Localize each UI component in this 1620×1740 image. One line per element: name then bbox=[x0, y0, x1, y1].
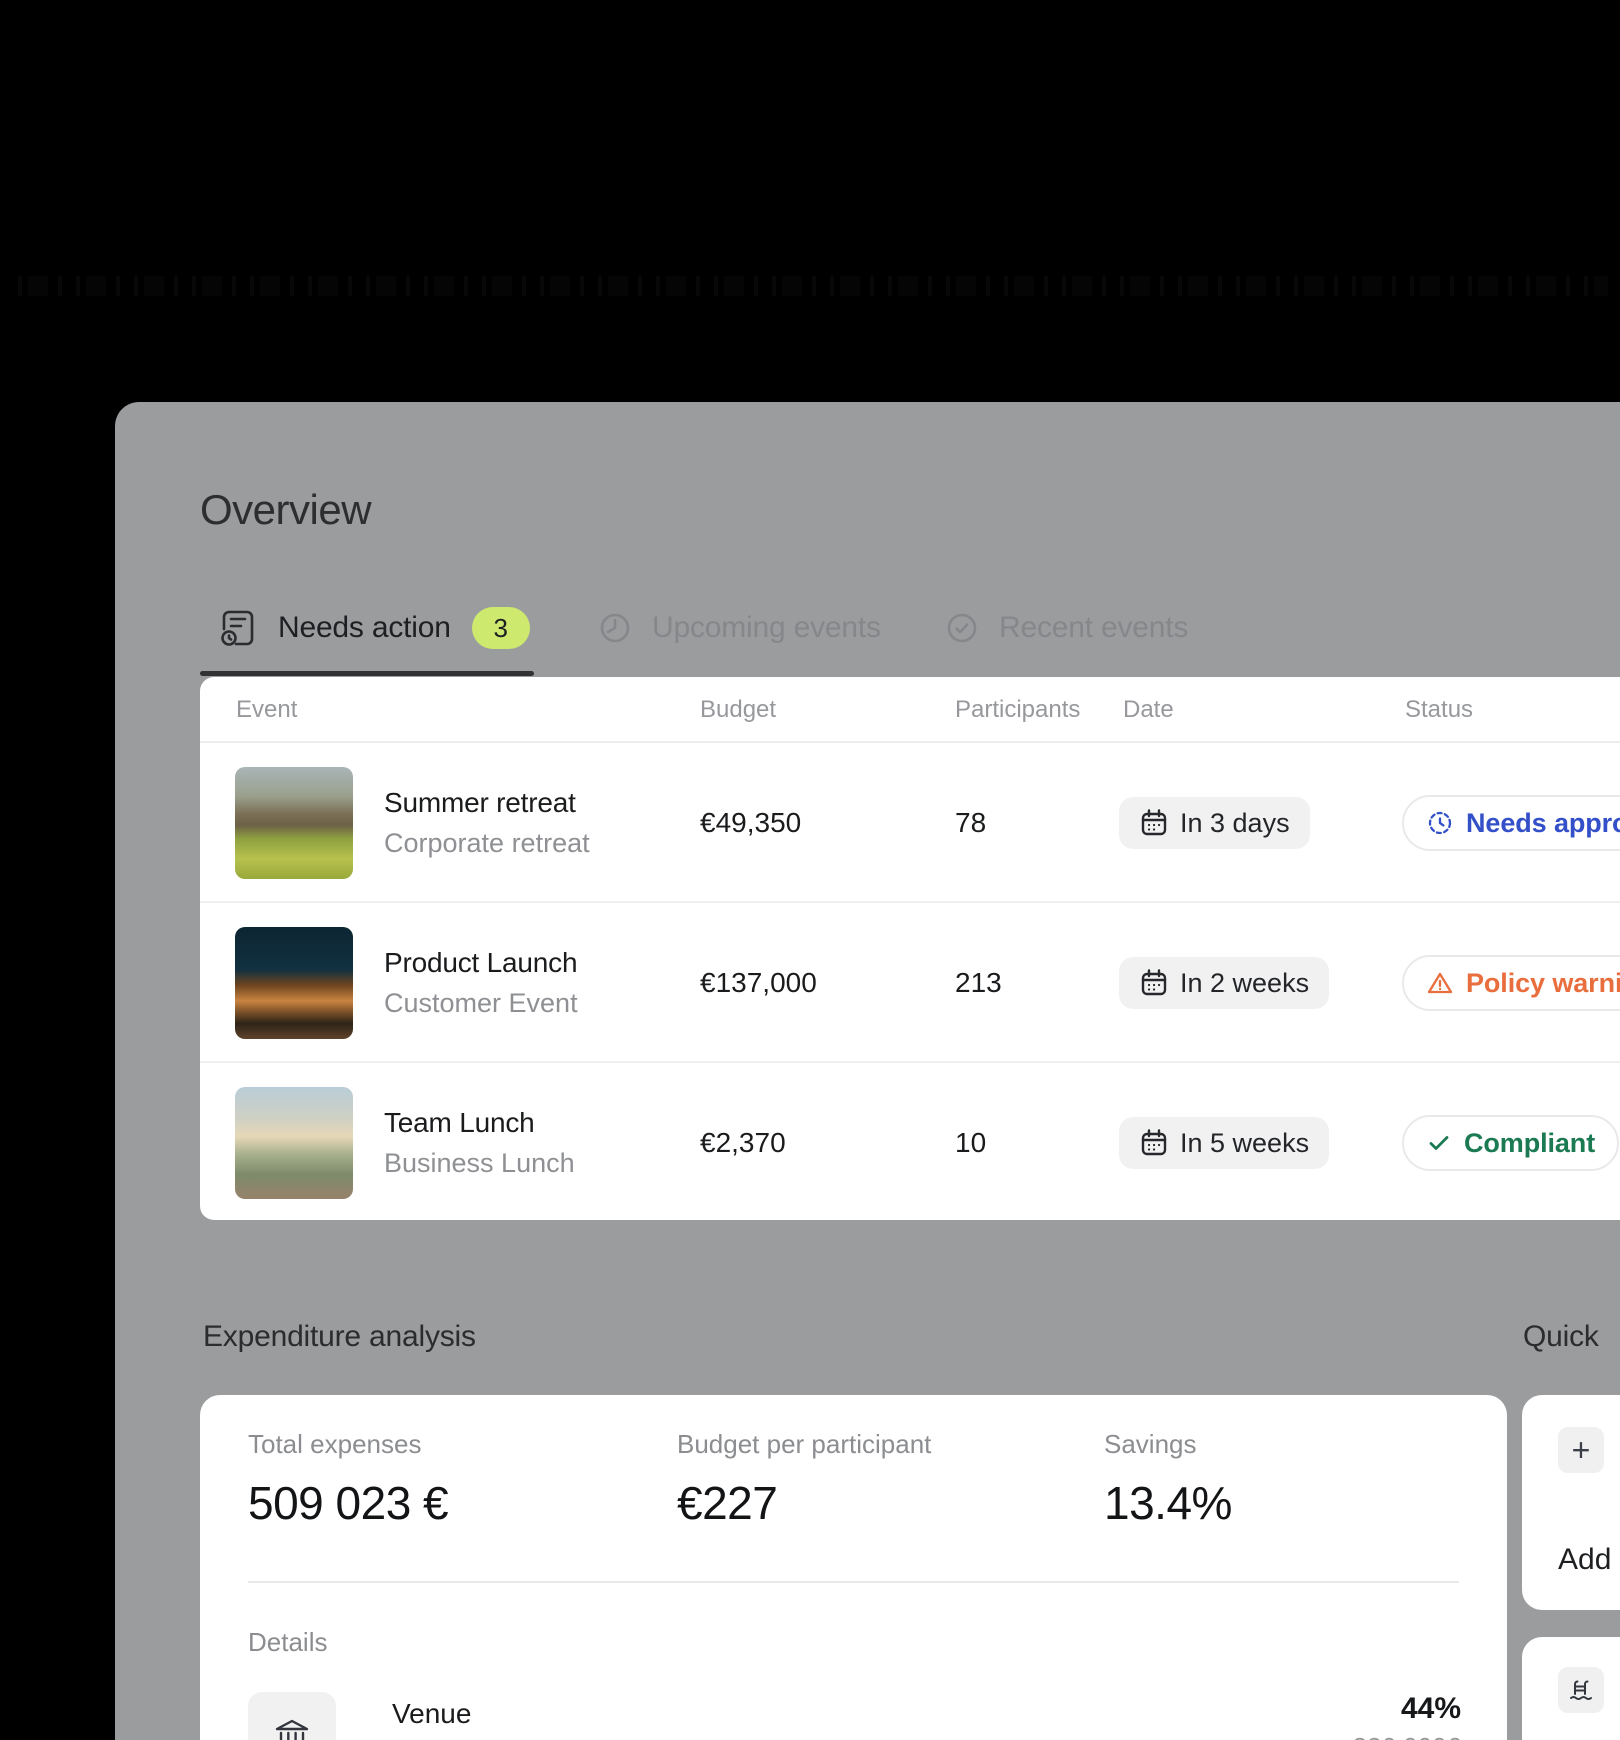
event-thumbnail bbox=[235, 927, 353, 1039]
status-badge: Needs approval bbox=[1402, 795, 1620, 851]
tab-needs-action[interactable]: Needs action 3 bbox=[219, 604, 530, 652]
event-subtitle: Business Lunch bbox=[384, 1148, 575, 1179]
budget-value: €49,350 bbox=[700, 743, 801, 903]
document-clock-icon bbox=[219, 607, 257, 649]
event-subtitle: Corporate retreat bbox=[384, 828, 590, 859]
quick-icon-button[interactable] bbox=[1558, 1667, 1604, 1713]
detail-row-amount: 226 000€ bbox=[1353, 1732, 1461, 1740]
dimmed-background-artifact bbox=[18, 276, 1608, 296]
table-row[interactable]: Product Launch Customer Event €137,000 2… bbox=[200, 903, 1620, 1063]
stat-value: 13.4% bbox=[1104, 1476, 1232, 1530]
stat-value: 509 023 € bbox=[248, 1476, 448, 1530]
tab-recent-events[interactable]: Recent events bbox=[944, 604, 1188, 652]
stat-savings: Savings 13.4% bbox=[1104, 1429, 1232, 1530]
event-title: Summer retreat bbox=[384, 787, 590, 819]
clock-icon bbox=[597, 610, 633, 646]
column-header-status: Status bbox=[1405, 677, 1473, 743]
date-chip: In 3 days bbox=[1119, 797, 1310, 849]
date-value: In 2 weeks bbox=[1180, 968, 1309, 999]
event-title: Team Lunch bbox=[384, 1107, 575, 1139]
status-badge: Policy warning bbox=[1402, 955, 1620, 1011]
date-chip: In 5 weeks bbox=[1119, 1117, 1329, 1169]
table-row[interactable]: Summer retreat Corporate retreat €49,350… bbox=[200, 743, 1620, 903]
tab-label: Upcoming events bbox=[652, 611, 881, 645]
pool-ladder-icon bbox=[1568, 1677, 1594, 1703]
needs-action-count-badge: 3 bbox=[472, 607, 530, 649]
event-thumbnail bbox=[235, 767, 353, 879]
pending-clock-icon bbox=[1426, 809, 1454, 837]
tab-label: Needs action bbox=[278, 611, 451, 645]
table-header: Event Budget Participants Date Status bbox=[200, 677, 1620, 743]
detail-row-label: Venue bbox=[392, 1698, 471, 1730]
column-header-event: Event bbox=[236, 677, 297, 743]
quick-secondary-card[interactable] bbox=[1522, 1637, 1620, 1740]
needs-action-table: Event Budget Participants Date Status Su… bbox=[200, 677, 1620, 1220]
page-title: Overview bbox=[200, 486, 371, 534]
date-chip: In 2 weeks bbox=[1119, 957, 1329, 1009]
expenditure-card: Total expenses 509 023 € Budget per part… bbox=[200, 1395, 1507, 1740]
add-label[interactable]: Add bbox=[1558, 1543, 1611, 1577]
active-tab-underline bbox=[200, 671, 534, 676]
column-header-budget: Budget bbox=[700, 677, 776, 743]
check-icon bbox=[1426, 1130, 1452, 1156]
participants-value: 10 bbox=[955, 1063, 986, 1223]
check-circle-icon bbox=[944, 610, 980, 646]
tab-label: Recent events bbox=[999, 611, 1188, 645]
date-value: In 3 days bbox=[1180, 808, 1290, 839]
divider bbox=[248, 1581, 1459, 1583]
tab-upcoming-events[interactable]: Upcoming events bbox=[597, 604, 881, 652]
event-thumbnail bbox=[235, 1087, 353, 1199]
expenditure-heading: Expenditure analysis bbox=[203, 1320, 476, 1354]
status-badge: Compliant bbox=[1402, 1115, 1619, 1171]
quick-heading: Quick bbox=[1523, 1320, 1599, 1354]
details-label: Details bbox=[248, 1627, 327, 1658]
column-header-date: Date bbox=[1123, 677, 1174, 743]
warning-triangle-icon bbox=[1426, 969, 1454, 997]
calendar-icon bbox=[1139, 807, 1169, 839]
screen: Overview Needs action 3 Upcoming events bbox=[0, 0, 1620, 1740]
venue-category-tile bbox=[248, 1692, 336, 1740]
budget-value: €2,370 bbox=[700, 1063, 786, 1223]
date-value: In 5 weeks bbox=[1180, 1128, 1309, 1159]
budget-value: €137,000 bbox=[700, 903, 817, 1063]
event-title: Product Launch bbox=[384, 947, 578, 979]
calendar-icon bbox=[1139, 967, 1169, 999]
calendar-icon bbox=[1139, 1127, 1169, 1159]
quick-add-card[interactable]: + Add bbox=[1522, 1395, 1620, 1610]
table-row[interactable]: Team Lunch Business Lunch €2,370 10 bbox=[200, 1063, 1620, 1223]
column-header-participants: Participants bbox=[955, 677, 1080, 743]
plus-icon: + bbox=[1572, 1432, 1591, 1469]
stat-budget-per-participant: Budget per participant €227 bbox=[677, 1429, 931, 1530]
event-subtitle: Customer Event bbox=[384, 988, 578, 1019]
stat-value: €227 bbox=[677, 1476, 931, 1530]
bank-icon bbox=[271, 1715, 313, 1740]
stat-total-expenses: Total expenses 509 023 € bbox=[248, 1429, 448, 1530]
participants-value: 78 bbox=[955, 743, 986, 903]
participants-value: 213 bbox=[955, 903, 1002, 1063]
detail-row-percent: 44% bbox=[1401, 1692, 1461, 1726]
add-button[interactable]: + bbox=[1558, 1427, 1604, 1473]
